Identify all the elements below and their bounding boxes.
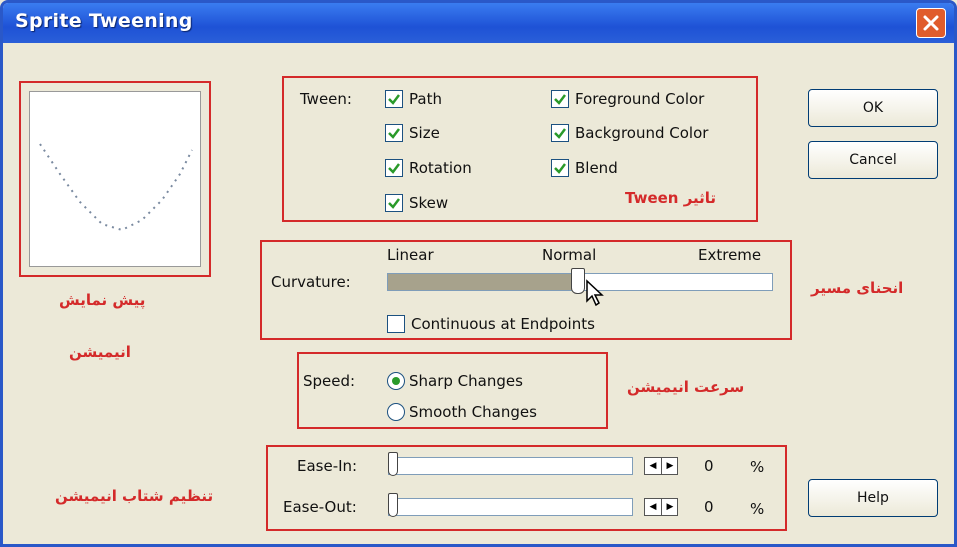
- title-bar: Sprite Tweening: [3, 3, 954, 43]
- ease-out-slider[interactable]: [388, 498, 633, 516]
- foreground-color-label: Foreground Color: [575, 90, 705, 108]
- ease-out-unit: %: [750, 500, 765, 518]
- continuous-endpoints-label: Continuous at Endpoints: [411, 315, 595, 333]
- check-icon: [554, 163, 566, 174]
- preview-box: [19, 81, 211, 277]
- path-preview-dots: [39, 143, 193, 232]
- rotation-label: Rotation: [409, 159, 472, 177]
- annotation-ease: تنظیم شتاب انیمیشن: [55, 487, 214, 505]
- curvature-normal-label: Normal: [542, 246, 597, 264]
- continuous-endpoints-checkbox[interactable]: [387, 315, 405, 333]
- ok-button[interactable]: OK: [808, 89, 938, 127]
- sprite-tweening-dialog: Sprite Tweening پیش نمایش انیمیشن Tween:…: [0, 0, 957, 547]
- annotation-preview-2: انیمیشن: [69, 343, 131, 361]
- mouse-cursor-icon: [586, 279, 604, 307]
- sharp-changes-label: Sharp Changes: [409, 372, 523, 390]
- path-label: Path: [409, 90, 442, 108]
- annotation-tween: تاثیر Tween: [625, 189, 717, 207]
- ease-in-value: 0: [704, 457, 714, 475]
- smooth-changes-radio[interactable]: [387, 403, 405, 421]
- check-icon: [388, 94, 400, 105]
- size-label: Size: [409, 124, 440, 142]
- ease-out-value: 0: [704, 498, 714, 516]
- foreground-color-checkbox[interactable]: [551, 90, 569, 108]
- preview-canvas: [29, 91, 201, 267]
- annotation-speed: سرعت انیمیشن: [627, 378, 745, 396]
- ease-in-stepper[interactable]: ◀ ▶: [644, 457, 678, 475]
- ease-out-slider-thumb[interactable]: [388, 493, 398, 517]
- arrow-right-icon[interactable]: ▶: [662, 458, 678, 474]
- check-icon: [388, 198, 400, 209]
- size-checkbox[interactable]: [385, 124, 403, 142]
- blend-checkbox[interactable]: [551, 159, 569, 177]
- help-button[interactable]: Help: [808, 479, 938, 517]
- check-icon: [388, 163, 400, 174]
- smooth-changes-label: Smooth Changes: [409, 403, 537, 421]
- ease-out-label: Ease-Out:: [283, 498, 357, 516]
- tween-label: Tween:: [300, 90, 352, 108]
- speed-label: Speed:: [303, 372, 356, 390]
- ease-in-unit: %: [750, 458, 765, 476]
- ease-in-slider[interactable]: [388, 457, 633, 475]
- curvature-label: Curvature:: [271, 273, 351, 291]
- curvature-linear-label: Linear: [387, 246, 434, 264]
- ease-in-label: Ease-In:: [297, 457, 358, 475]
- close-icon: [923, 15, 939, 31]
- radio-selected-dot: [392, 377, 400, 385]
- annotation-preview-1: پیش نمایش: [59, 291, 146, 309]
- close-button[interactable]: [916, 8, 946, 38]
- arrow-left-icon[interactable]: ◀: [645, 458, 662, 474]
- skew-label: Skew: [409, 194, 449, 212]
- check-icon: [554, 128, 566, 139]
- background-color-label: Background Color: [575, 124, 709, 142]
- background-color-checkbox[interactable]: [551, 124, 569, 142]
- cancel-button[interactable]: Cancel: [808, 141, 938, 179]
- blend-label: Blend: [575, 159, 618, 177]
- curvature-slider-fill: [388, 274, 578, 290]
- sharp-changes-radio[interactable]: [387, 372, 405, 390]
- window-title: Sprite Tweening: [15, 10, 193, 32]
- skew-checkbox[interactable]: [385, 194, 403, 212]
- annotation-curvature: انحنای مسیر: [811, 279, 904, 297]
- curvature-slider-thumb[interactable]: [571, 268, 585, 294]
- path-checkbox[interactable]: [385, 90, 403, 108]
- curvature-extreme-label: Extreme: [698, 246, 762, 264]
- ease-in-slider-thumb[interactable]: [388, 452, 398, 476]
- arrow-left-icon[interactable]: ◀: [645, 499, 662, 515]
- check-icon: [554, 94, 566, 105]
- rotation-checkbox[interactable]: [385, 159, 403, 177]
- check-icon: [388, 128, 400, 139]
- ease-out-stepper[interactable]: ◀ ▶: [644, 498, 678, 516]
- arrow-right-icon[interactable]: ▶: [662, 499, 678, 515]
